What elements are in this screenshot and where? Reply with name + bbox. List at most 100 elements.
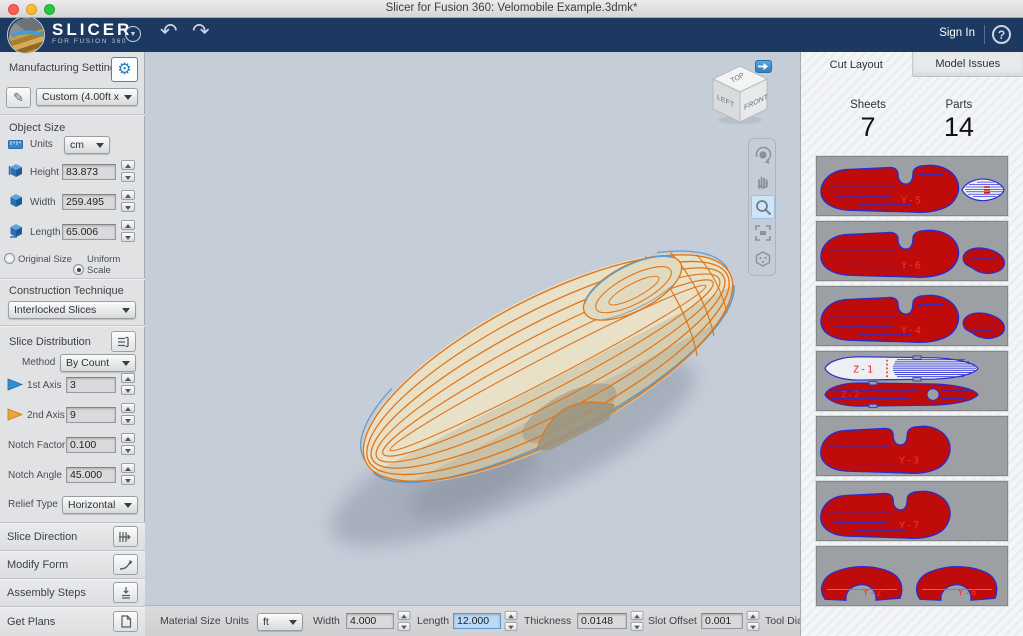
sign-in-button[interactable]: Sign In [939, 27, 975, 39]
sheet-thumbnail[interactable]: Y-2Y-8 [816, 546, 1008, 606]
method-label: Method [22, 357, 55, 368]
material-units-select[interactable]: ft [257, 613, 303, 631]
part-label: Y-2 [863, 588, 882, 598]
notch-angle-input[interactable] [66, 467, 116, 483]
slicer-logo-icon[interactable] [7, 16, 45, 54]
slice-distribution-options-button[interactable] [111, 331, 136, 352]
sheet-thumbnail[interactable]: Y-7 [816, 481, 1008, 541]
chevron-down-icon [122, 308, 130, 313]
height-cube-icon [8, 163, 24, 178]
material-size-title: Material Size [160, 615, 221, 627]
width-input[interactable] [62, 194, 116, 210]
chevron-down-icon [124, 95, 132, 100]
slot-offset-input[interactable] [701, 613, 743, 629]
material-preset-select[interactable]: Custom (4.00ft x 12.... [36, 88, 138, 106]
fit-view-button[interactable] [751, 221, 775, 245]
get-plans-button[interactable] [113, 611, 138, 632]
fit-frame-icon [754, 224, 772, 242]
file-menu-dropdown[interactable]: ▼ [125, 26, 141, 42]
part-label: Y-4 [901, 326, 922, 337]
width-cube-icon [8, 193, 24, 208]
units-select[interactable]: cm [64, 136, 110, 154]
get-plans-section[interactable]: Get Plans [0, 606, 145, 636]
slice-direction-title: Slice Direction [7, 531, 77, 543]
part-label: Y-7 [899, 521, 920, 532]
layout-counts: Sheets 7 Parts 14 [801, 99, 1023, 143]
length-stepper[interactable] [121, 220, 135, 242]
assembly-steps-button[interactable] [113, 582, 138, 603]
sheet-thumbnail[interactable]: Y-6 [816, 221, 1008, 281]
material-thickness-input[interactable] [577, 613, 627, 629]
manufacturing-settings-gear-button[interactable]: ⚙ [111, 57, 138, 82]
modify-form-section[interactable]: Modify Form [0, 550, 145, 578]
sheet-thumbnail[interactable]: Y-3 [816, 416, 1008, 476]
assembly-steps-title: Assembly Steps [7, 587, 86, 599]
first-axis-stepper[interactable] [121, 373, 135, 395]
notch-angle-stepper[interactable] [121, 463, 135, 485]
edit-preset-button[interactable]: ✎ [6, 87, 31, 108]
pan-hand-icon [754, 172, 772, 190]
material-width-input[interactable] [346, 613, 394, 629]
view-cube[interactable]: TOP LEFT FRONT [708, 62, 772, 126]
material-length-input[interactable] [453, 613, 501, 629]
model-viewport[interactable]: TOP LEFT FRONT [145, 52, 800, 605]
length-label: Length [30, 227, 61, 238]
tab-model-issues[interactable]: Model Issues [912, 52, 1023, 77]
slice-direction-button[interactable] [113, 526, 138, 547]
material-width-stepper[interactable] [398, 611, 411, 631]
slice-distribution-title: Slice Distribution [9, 336, 91, 348]
tab-cut-layout[interactable]: Cut Layout [801, 52, 912, 77]
orbit-button[interactable] [751, 143, 775, 167]
help-icon[interactable]: ? [992, 25, 1011, 44]
sheets-count-block: Sheets 7 [850, 99, 886, 143]
redo-icon[interactable]: ↷ [192, 19, 210, 44]
modify-form-icon [119, 559, 133, 571]
tool-diameter-label: Tool Diameter [765, 615, 800, 627]
width-stepper[interactable] [121, 190, 135, 212]
height-input[interactable] [62, 164, 116, 180]
second-axis-stepper[interactable] [121, 403, 135, 425]
notch-factor-input[interactable] [66, 437, 116, 453]
second-axis-input[interactable] [66, 407, 116, 423]
material-length-stepper[interactable] [505, 611, 518, 631]
uniform-scale-radio[interactable] [73, 264, 84, 275]
get-plans-title: Get Plans [7, 616, 55, 628]
part-label: Y-6 [901, 261, 922, 272]
method-select[interactable]: By Count [60, 354, 136, 372]
original-size-label: Original Size [18, 254, 72, 265]
modify-form-button[interactable] [113, 554, 138, 575]
model-canvas[interactable] [145, 52, 800, 605]
method-value: By Count [66, 357, 109, 369]
magnifier-icon [754, 198, 772, 216]
material-preset-value: Custom (4.00ft x 12.... [42, 91, 120, 103]
sheet-thumbnail[interactable]: Y-4 [816, 286, 1008, 346]
navbar-divider [984, 25, 985, 44]
original-size-radio[interactable] [4, 253, 15, 264]
slot-offset-label: Slot Offset [648, 615, 697, 627]
first-axis-icon [7, 378, 23, 391]
notch-factor-stepper[interactable] [121, 433, 135, 455]
units-label: Units [30, 139, 53, 150]
first-axis-label: 1st Axis [27, 380, 61, 391]
parts-count: 14 [944, 112, 974, 143]
material-thickness-stepper[interactable] [631, 611, 644, 631]
sheet-thumbnail[interactable]: Z-1Z-2 [816, 351, 1008, 411]
height-stepper[interactable] [121, 160, 135, 182]
undo-icon[interactable]: ↶ [160, 19, 178, 44]
display-settings-button[interactable] [751, 247, 775, 271]
relief-type-select[interactable]: Horizontal [62, 496, 138, 514]
document-icon [120, 615, 132, 628]
first-axis-input[interactable] [66, 377, 116, 393]
assembly-steps-section[interactable]: Assembly Steps [0, 578, 145, 606]
slot-offset-stepper[interactable] [747, 611, 760, 631]
construction-technique-title: Construction Technique [9, 285, 124, 297]
assembly-steps-icon [120, 586, 132, 599]
construction-technique-select[interactable]: Interlocked Slices [8, 301, 136, 319]
slice-direction-section[interactable]: Slice Direction [0, 522, 145, 550]
zoom-button[interactable] [751, 195, 775, 219]
notch-factor-label: Notch Factor [8, 440, 65, 451]
length-input[interactable] [62, 224, 116, 240]
pan-button[interactable] [751, 169, 775, 193]
orbit-icon [754, 146, 772, 164]
sheet-thumbnail[interactable]: Y-5 [816, 156, 1008, 216]
